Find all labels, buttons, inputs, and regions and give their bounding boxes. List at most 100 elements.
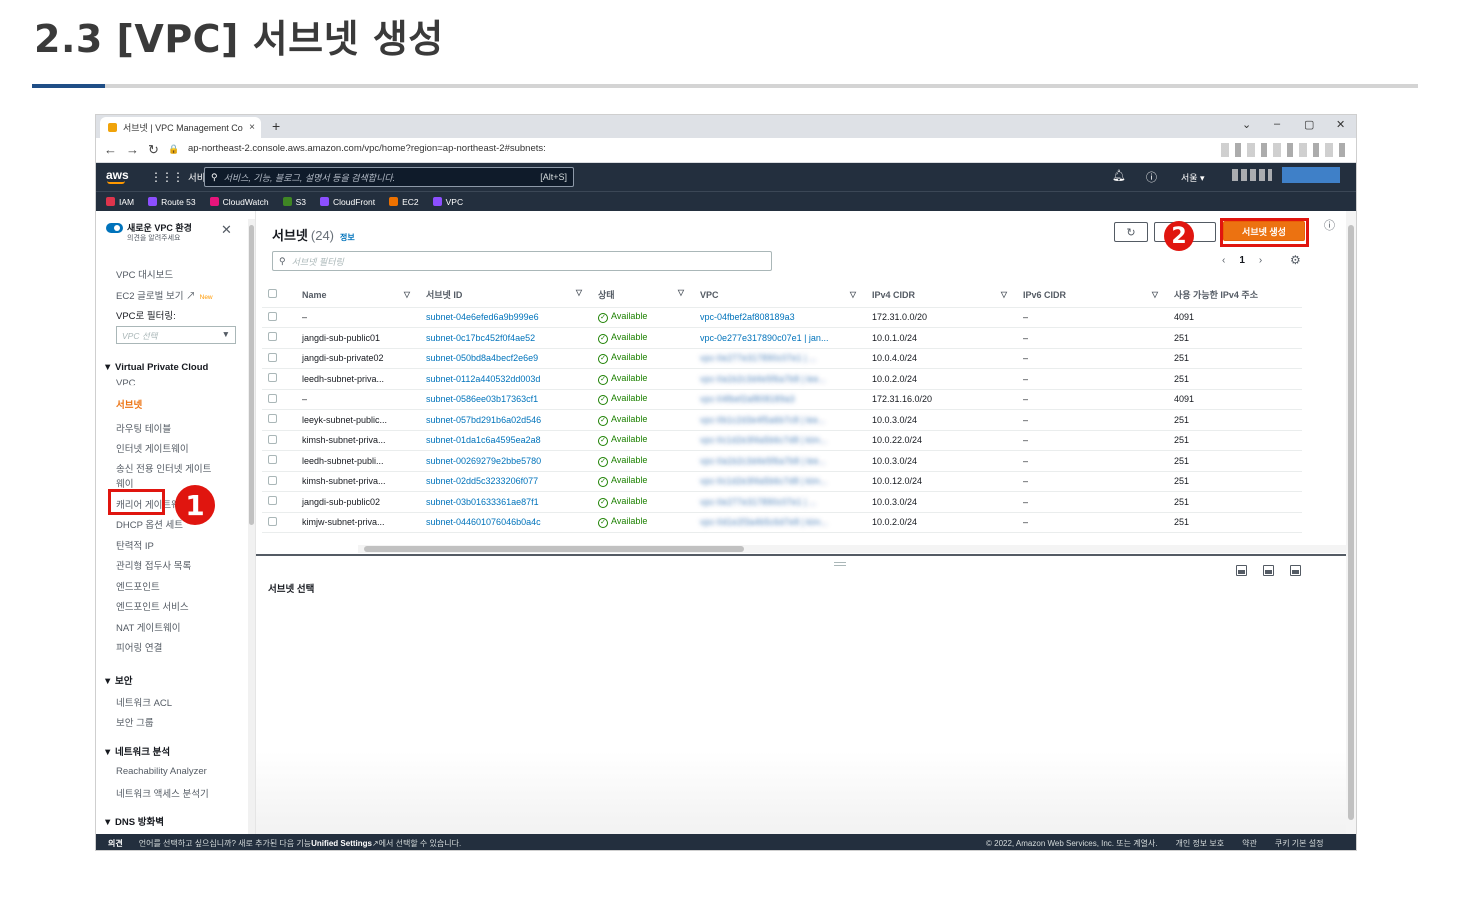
- notification-bell-icon[interactable]: 🔔︎: [1112, 169, 1126, 182]
- sidebar-item-subnets[interactable]: 서브넷: [116, 397, 142, 411]
- sidebar-scrollbar-thumb[interactable]: [249, 225, 254, 525]
- section-virtual-private-cloud[interactable]: ▼ Virtual Private Cloud: [103, 362, 208, 373]
- browser-tab[interactable]: 서브넷 | VPC Management Con ×: [100, 117, 261, 138]
- cell-subnet-id-text[interactable]: subnet-044601076046b0a4c: [426, 517, 541, 527]
- sidebar-item-reachability-analyzer[interactable]: Reachability Analyzer: [116, 766, 207, 777]
- sidebar-item-managed-prefix-lists[interactable]: 관리형 접두사 목록: [116, 558, 191, 572]
- table-row[interactable]: leeyk-subnet-public... subnet-057bd291b6a…: [262, 409, 1302, 431]
- sidebar-item-peering-connections[interactable]: 피어링 연결: [116, 640, 162, 654]
- sidebar-item-nat-gateways[interactable]: NAT 게이트웨이: [116, 620, 180, 634]
- settings-gear-icon[interactable]: ⚙: [1290, 253, 1301, 267]
- privacy-link[interactable]: 개인 정보 보호: [1176, 838, 1225, 849]
- cell-subnet-id-text[interactable]: subnet-050bd8a4becf2e6e9: [426, 353, 538, 363]
- sidebar-item-network-acl[interactable]: 네트워크 ACL: [116, 695, 172, 709]
- sidebar-item-dhcp-option-sets[interactable]: DHCP 옵션 세트: [116, 517, 183, 531]
- cell-vpc-text[interactable]: vpc-0a1b2c3d4e5f6a7b8 | lee...: [700, 374, 826, 384]
- new-experience-toggle[interactable]: [106, 223, 123, 233]
- column-header-state[interactable]: 상태 ▽: [592, 283, 694, 308]
- sidebar-close-icon[interactable]: ✕: [221, 222, 232, 238]
- column-header-vpc[interactable]: VPC ▽: [694, 283, 866, 308]
- info-link[interactable]: 정보: [340, 233, 355, 242]
- favorite-cloudfront[interactable]: CloudFront: [320, 197, 375, 207]
- select-all-checkbox[interactable]: [268, 289, 277, 299]
- column-header-ipv6-cidr[interactable]: IPv6 CIDR ▽: [1017, 283, 1168, 308]
- sidebar-item-endpoints[interactable]: 엔드포인트: [116, 579, 160, 593]
- aws-logo[interactable]: aws: [106, 168, 129, 182]
- cell-subnet-id-text[interactable]: subnet-0112a440532dd003d: [426, 374, 540, 384]
- row-checkbox[interactable]: [268, 373, 277, 383]
- sidebar-item-egress-only-igw[interactable]: 송신 전용 인터넷 게이트: [116, 461, 211, 475]
- cell-vpc-text[interactable]: vpc-0a1b2c3d4e5f6a7b8 | lee...: [700, 456, 826, 466]
- sidebar-item-dashboard[interactable]: VPC 대시보드: [116, 267, 173, 281]
- sidebar-item-egress-only-igw-wrap[interactable]: 웨이: [116, 476, 133, 490]
- table-row[interactable]: kimsh-subnet-priva... subnet-01da1c6a4595…: [262, 430, 1302, 451]
- split-hide-icon[interactable]: [1290, 565, 1301, 576]
- row-checkbox[interactable]: [268, 393, 277, 403]
- cell-vpc-text[interactable]: vpc-04fbef2af808189a3: [700, 394, 795, 404]
- sidebar-item-elastic-ips[interactable]: 탄력적 IP: [116, 538, 154, 552]
- forward-icon[interactable]: →: [126, 142, 139, 157]
- next-page-icon[interactable]: ›: [1259, 255, 1262, 266]
- table-horizontal-scrollbar-thumb[interactable]: [364, 546, 744, 552]
- row-checkbox[interactable]: [268, 475, 277, 485]
- split-side-icon[interactable]: [1263, 565, 1274, 576]
- row-checkbox[interactable]: [268, 516, 277, 526]
- back-icon[interactable]: ←: [104, 142, 117, 157]
- create-subnet-button[interactable]: 서브넷 생성: [1223, 221, 1305, 241]
- favorite-vpc[interactable]: VPC: [432, 197, 463, 207]
- table-row[interactable]: leedh-subnet-priva... subnet-0112a440532d…: [262, 368, 1302, 390]
- url-field[interactable]: ap-northeast-2.console.aws.amazon.com/vp…: [188, 143, 546, 154]
- column-header-available-ipv4[interactable]: 사용 가능한 IPv4 주소: [1168, 283, 1302, 308]
- search-input[interactable]: ⚲ 서비스, 기능, 블로그, 설명서 등을 검색합니다. [Alt+S]: [204, 167, 574, 187]
- cell-subnet-id-text[interactable]: subnet-0c17bc452f0f4ae52: [426, 333, 535, 343]
- column-header-name[interactable]: Name ▽: [296, 283, 420, 308]
- maximize-button[interactable]: ▢: [1304, 118, 1314, 131]
- cell-vpc-text[interactable]: vpc-0e277e317890c07e1 | jan...: [700, 333, 828, 343]
- column-header-subnet-id[interactable]: 서브넷 ID ▽: [420, 283, 592, 308]
- tab-search-icon[interactable]: ⌄: [1242, 118, 1251, 131]
- cell-subnet-id-text[interactable]: subnet-057bd291b6a02d546: [426, 415, 541, 425]
- favorite-s3[interactable]: S3: [282, 197, 306, 207]
- sidebar-item-global-view[interactable]: EC2 글로벌 보기 ↗ New: [116, 288, 213, 302]
- sidebar-item-network-access-analyzer[interactable]: 네트워크 액세스 분석기: [116, 786, 209, 800]
- help-icon[interactable]: ⓘ: [1146, 169, 1157, 185]
- cell-subnet-id-text[interactable]: subnet-03b01633361ae87f1: [426, 497, 539, 507]
- refresh-button[interactable]: ↻: [1114, 222, 1148, 242]
- cell-subnet-id-text[interactable]: subnet-02dd5c3233206f077: [426, 476, 538, 486]
- row-checkbox[interactable]: [268, 332, 277, 342]
- table-row[interactable]: leedh-subnet-publi... subnet-00269279e2bb…: [262, 450, 1302, 472]
- split-bottom-icon[interactable]: [1236, 565, 1247, 576]
- cell-vpc-text[interactable]: vpc-0e277e317890c07e1 | ...: [700, 497, 816, 507]
- row-checkbox[interactable]: [268, 414, 277, 424]
- cell-vpc-text[interactable]: vpc-0c1d2e3f4a5b6c7d8 | kim...: [700, 435, 827, 445]
- close-window-button[interactable]: ✕: [1336, 118, 1345, 131]
- feedback-button[interactable]: 의견: [108, 838, 123, 849]
- prev-page-icon[interactable]: ‹: [1222, 255, 1225, 266]
- account-menu-redacted[interactable]: [1282, 167, 1340, 183]
- table-row[interactable]: – subnet-04e6efed6a9b999e6 ✓ Available vpc-0…: [262, 307, 1302, 328]
- cell-vpc-text[interactable]: vpc-0c1d2e3f4a5b6c7d8 | kim...: [700, 476, 827, 486]
- cell-subnet-id-text[interactable]: subnet-00269279e2bbe5780: [426, 456, 541, 466]
- info-panel-icon[interactable]: ⓘ: [1324, 217, 1335, 233]
- account-name-redacted[interactable]: [1232, 169, 1272, 181]
- feedback-link[interactable]: 의견을 알려주세요: [127, 233, 180, 243]
- row-checkbox[interactable]: [268, 496, 277, 506]
- section-network-analysis[interactable]: ▼ 네트워크 분석: [103, 744, 170, 758]
- favorite-ec2[interactable]: EC2: [389, 197, 419, 207]
- table-row[interactable]: kimjw-subnet-priva... subnet-044601076046…: [262, 512, 1302, 533]
- cell-vpc-text[interactable]: vpc-0b1c2d3e4f5a6b7c8 | lee...: [700, 415, 825, 425]
- terms-link[interactable]: 약관: [1242, 838, 1257, 849]
- sidebar-item-vpc[interactable]: VPC: [116, 378, 136, 385]
- table-row[interactable]: jangdi-sub-public01 subnet-0c17bc452f0f4a…: [262, 327, 1302, 349]
- table-row[interactable]: kimsh-subnet-priva... subnet-02dd5c323320…: [262, 471, 1302, 492]
- minimize-button[interactable]: –: [1274, 118, 1280, 130]
- resize-handle-icon[interactable]: [834, 562, 846, 566]
- subnet-filter-input[interactable]: ⚲ 서브넷 필터링: [272, 251, 772, 271]
- favorite-cloudwatch[interactable]: CloudWatch: [209, 197, 269, 207]
- sidebar-item-endpoint-services[interactable]: 엔드포인트 서비스: [116, 599, 189, 613]
- new-tab-button[interactable]: +: [272, 118, 280, 134]
- page-number[interactable]: 1: [1239, 255, 1245, 266]
- sidebar-item-internet-gateways[interactable]: 인터넷 게이트웨이: [116, 441, 189, 455]
- cell-vpc-text[interactable]: vpc-0d1e2f3a4b5c6d7e8 | kim...: [700, 517, 828, 527]
- row-checkbox[interactable]: [268, 352, 277, 362]
